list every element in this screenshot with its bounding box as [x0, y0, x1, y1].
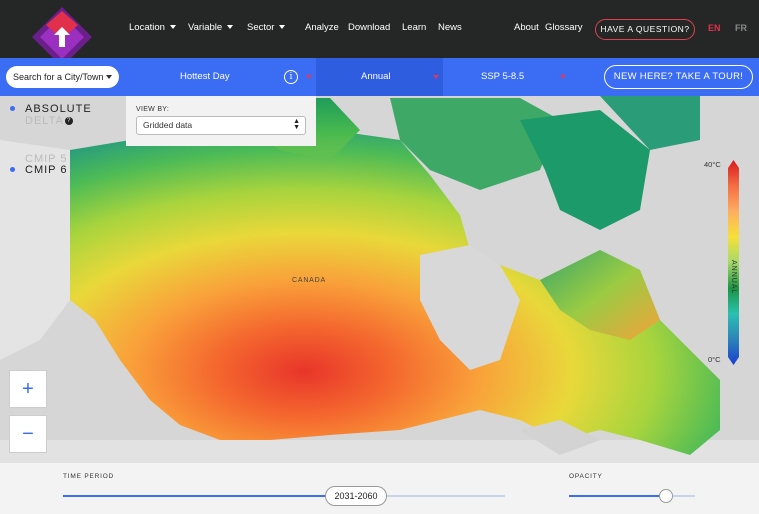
chevron-down-icon — [279, 25, 285, 29]
zoom-in-button[interactable]: + — [9, 370, 47, 408]
lang-en-link[interactable]: EN — [708, 23, 721, 33]
delta-toggle[interactable]: DELTA? — [25, 115, 73, 127]
lang-fr-link[interactable]: FR — [735, 23, 747, 33]
bottom-controls: TIME PERIOD 2031-2060 OPACITY — [0, 463, 759, 514]
frequency-selector[interactable]: Annual — [316, 58, 443, 96]
legend-max: 40°C — [704, 160, 721, 169]
nav-glossary[interactable]: Glossary — [545, 22, 582, 33]
time-period-fill — [63, 495, 331, 497]
variable-toolbar: Search for a City/Town Hottest Day i Ann… — [0, 58, 759, 96]
absolute-selected-dot — [10, 106, 15, 111]
select-arrows-icon: ▲▼ — [293, 119, 300, 131]
nav-variable[interactable]: Variable — [188, 22, 233, 33]
nav-learn[interactable]: Learn — [402, 22, 426, 33]
nav-location[interactable]: Location — [129, 22, 176, 33]
take-a-tour-button[interactable]: NEW HERE? TAKE A TOUR! — [604, 65, 753, 89]
nav-news[interactable]: News — [438, 22, 462, 33]
chevron-down-icon — [170, 25, 176, 29]
view-by-select[interactable]: Gridded data ▲▼ — [136, 116, 306, 135]
chevron-down-icon — [560, 75, 566, 79]
chevron-down-icon — [433, 75, 439, 79]
variable-selector[interactable]: Hottest Day i — [126, 58, 316, 96]
scenario-selector[interactable]: SSP 5-8.5 — [443, 58, 570, 96]
legend-min: 0°C — [708, 355, 721, 364]
info-icon[interactable]: i — [284, 70, 298, 84]
nav-sector[interactable]: Sector — [247, 22, 285, 33]
cmip6-selected-dot — [10, 167, 15, 172]
opacity-fill — [569, 495, 666, 497]
have-a-question-button[interactable]: HAVE A QUESTION? — [595, 19, 695, 40]
legend-period: ANNUAL — [730, 260, 737, 294]
top-navigation: Location Variable Sector Analyze Downloa… — [0, 0, 759, 58]
nav-about[interactable]: About — [514, 22, 539, 33]
time-period-handle[interactable]: 2031-2060 — [325, 486, 387, 506]
time-period-label: TIME PERIOD — [63, 473, 114, 480]
plus-icon: + — [22, 378, 34, 400]
minus-icon: − — [22, 423, 34, 445]
city-search-dropdown[interactable]: Search for a City/Town — [6, 66, 119, 88]
country-label: CANADA — [292, 277, 326, 284]
opacity-handle[interactable] — [659, 489, 673, 503]
zoom-out-button[interactable]: − — [9, 415, 47, 453]
chevron-down-icon — [306, 75, 312, 79]
chevron-down-icon — [227, 25, 233, 29]
view-by-label: VIEW BY: — [136, 106, 169, 113]
nav-analyze[interactable]: Analyze — [305, 22, 339, 33]
cmip6-toggle[interactable]: CMIP 6 — [25, 164, 67, 176]
view-by-panel: VIEW BY: Gridded data ▲▼ — [126, 96, 316, 146]
opacity-label: OPACITY — [569, 473, 603, 480]
help-icon[interactable]: ? — [65, 117, 73, 125]
absolute-toggle[interactable]: ABSOLUTE — [25, 103, 92, 115]
nav-download[interactable]: Download — [348, 22, 390, 33]
chevron-down-icon — [106, 75, 112, 79]
